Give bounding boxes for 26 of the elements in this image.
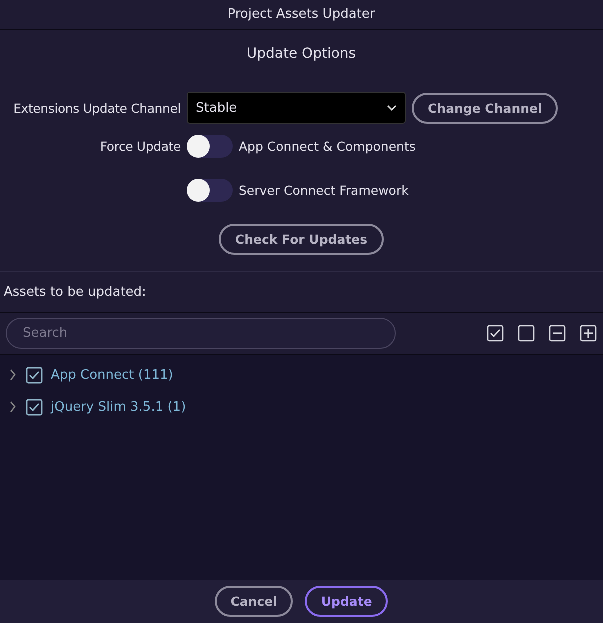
expand-all-icon[interactable] <box>580 325 597 342</box>
field-label: Force Update <box>99 139 182 154</box>
checkbox[interactable] <box>26 398 43 416</box>
field-label: Extensions Update Channel <box>12 100 182 116</box>
chevron-right-icon[interactable] <box>8 401 18 413</box>
toggle-switch[interactable] <box>187 135 233 158</box>
checkbox[interactable] <box>26 366 43 384</box>
cancel-button[interactable]: Cancel <box>214 586 294 617</box>
asset-label: jQuery Slim 3.5.1 (1) <box>51 400 186 414</box>
uncheck-all-icon[interactable] <box>518 325 535 342</box>
check-updates-button[interactable]: Check For Updates <box>219 224 384 255</box>
toggle-label: App Connect & Components <box>239 139 416 154</box>
chevron-down-icon <box>387 105 397 111</box>
update-button[interactable]: Update <box>305 586 388 617</box>
check-all-icon[interactable] <box>487 325 504 342</box>
search-field[interactable]: Search <box>6 318 396 349</box>
section-heading: Update Options <box>246 46 356 62</box>
window-title: Project Assets Updater <box>0 0 603 30</box>
toggle-label: Server Connect Framework <box>239 183 409 198</box>
collapse-all-icon[interactable] <box>549 325 566 342</box>
assets-heading: Assets to be updated: <box>0 272 603 313</box>
channel-select[interactable]: Stable <box>187 92 406 124</box>
change-channel-button[interactable]: Change Channel <box>412 92 558 124</box>
toggle-switch[interactable] <box>187 179 233 202</box>
asset-label: App Connect (111) <box>51 368 174 382</box>
chevron-right-icon[interactable] <box>8 369 18 381</box>
